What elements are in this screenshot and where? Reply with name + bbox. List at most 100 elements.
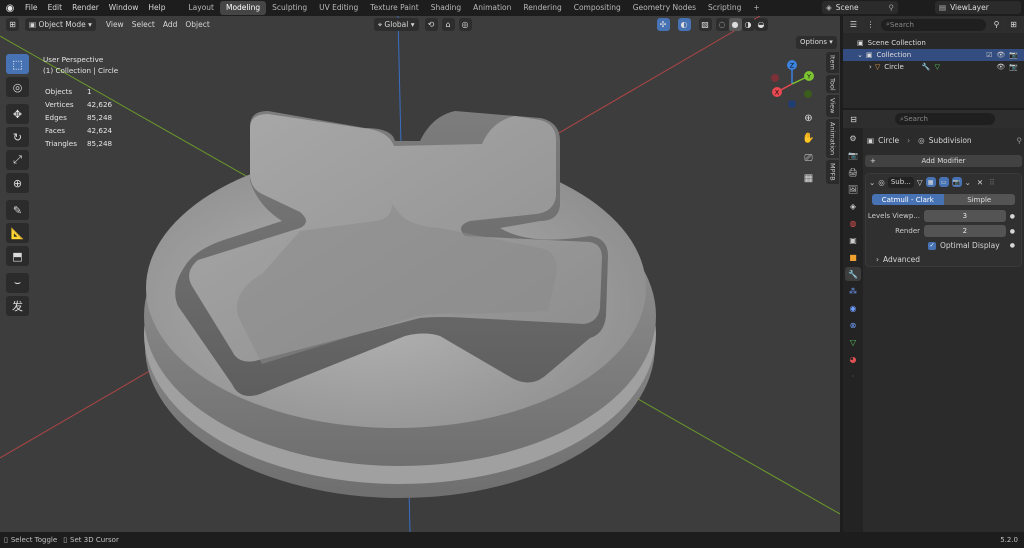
new-collection-icon[interactable]: ⊞	[1007, 18, 1020, 31]
camera-icon[interactable]: 📷	[1009, 51, 1018, 59]
expand-arrow-icon[interactable]: ⌄	[857, 51, 863, 59]
snap-icon[interactable]: ⌂	[441, 18, 455, 31]
tab-shading[interactable]: Shading	[425, 1, 467, 15]
overlays-icon[interactable]: ◐	[677, 18, 691, 31]
transform-tool-icon[interactable]: ⊕	[6, 173, 29, 193]
camera-view-icon[interactable]: ⎚	[800, 150, 817, 167]
tab-compositing[interactable]: Compositing	[568, 1, 627, 15]
wireframe-shading-icon[interactable]: ◌	[715, 18, 729, 31]
curve-tool-icon[interactable]: ⌣	[6, 273, 29, 293]
particles-properties-icon[interactable]: ⁂	[845, 284, 861, 298]
select-box-tool-icon[interactable]: ⬚	[6, 54, 29, 74]
tab-rendering[interactable]: Rendering	[517, 1, 567, 15]
editor-type-icon[interactable]: ⊟	[847, 113, 860, 126]
menu-view[interactable]: View	[102, 18, 128, 31]
optimal-display-checkbox[interactable]: ✓	[928, 241, 936, 250]
tool-settings-icon[interactable]: ⚙	[845, 131, 861, 145]
on-cage-toggle-icon[interactable]: ▦	[925, 177, 936, 187]
world-properties-icon[interactable]: ◍	[845, 216, 861, 230]
3d-viewport[interactable]: ⊞ ▣ Object Mode ▾ View Select Add Object…	[0, 16, 840, 532]
tab-simple[interactable]: Simple	[943, 194, 1015, 205]
menu-edit[interactable]: Edit	[43, 0, 68, 16]
advanced-subpanel[interactable]: › Advanced	[876, 255, 1021, 264]
scene-selector[interactable]: ◈ Scene ⚲	[822, 1, 898, 14]
render-levels-field[interactable]: 2	[924, 225, 1006, 237]
xray-icon[interactable]: ▧	[698, 18, 712, 31]
filter-display-icon[interactable]: ⋮	[864, 18, 877, 31]
cursor-tool-icon[interactable]: ◎	[6, 77, 29, 97]
scale-tool-icon[interactable]: ⤢	[6, 150, 29, 170]
tab-uv-editing[interactable]: UV Editing	[313, 1, 364, 15]
collection-properties-icon[interactable]: ▣	[845, 233, 861, 247]
pin-icon[interactable]: ⚲	[889, 3, 895, 12]
tab-sculpting[interactable]: Sculpting	[266, 1, 313, 15]
add-cube-tool-icon[interactable]: ⬒	[6, 246, 29, 266]
material-shading-icon[interactable]: ◑	[741, 18, 755, 31]
dropdown-icon[interactable]: ⌄	[965, 178, 971, 187]
outliner-row-collection[interactable]: ⌄ ▣ Collection ☑ 👁 📷	[843, 49, 1024, 61]
blender-logo-icon[interactable]: ◉	[3, 1, 17, 15]
menu-file[interactable]: File	[20, 0, 43, 16]
render-properties-icon[interactable]: 📷	[845, 148, 861, 162]
navigation-gizmo[interactable]: Z Y X	[768, 58, 816, 110]
view-layer-selector[interactable]: ▤ ViewLayer	[935, 1, 1021, 14]
keyframe-dot-icon[interactable]: ●	[1010, 213, 1015, 220]
camera-icon[interactable]: 📷	[1009, 63, 1018, 71]
render-toggle-icon[interactable]: 📷	[951, 177, 962, 187]
outliner-search-input[interactable]: ⌕ Search	[881, 18, 986, 31]
pin-icon[interactable]: ⚲	[1017, 136, 1023, 145]
perspective-grid-icon[interactable]: ▦	[800, 170, 817, 187]
menu-window[interactable]: Window	[104, 0, 144, 16]
sidebar-tab-mpfb[interactable]: MPFB	[826, 160, 839, 184]
move-tool-icon[interactable]: ✥	[6, 104, 29, 124]
pivot-icon[interactable]: ⟲	[424, 18, 438, 31]
editor-type-icon[interactable]: ⊞	[6, 18, 19, 31]
rendered-shading-icon[interactable]: ◒	[754, 18, 768, 31]
properties-search-input[interactable]: ⌕ Search	[895, 113, 995, 125]
menu-help[interactable]: Help	[143, 0, 170, 16]
keyframe-dot-icon[interactable]: ●	[1010, 228, 1015, 235]
menu-select[interactable]: Select	[128, 18, 159, 31]
annotate-tool-icon[interactable]: ✎	[6, 200, 29, 220]
menu-object[interactable]: Object	[181, 18, 213, 31]
view-layer-properties-icon[interactable]: 🖼	[845, 182, 861, 196]
keyframe-dot-icon[interactable]: ●	[1010, 242, 1015, 249]
measure-tool-icon[interactable]: 📐	[6, 223, 29, 243]
material-properties-icon[interactable]: ◕	[845, 352, 861, 366]
modifier-name-field[interactable]: Sub...	[887, 176, 914, 188]
output-properties-icon[interactable]: 🖨	[845, 165, 861, 179]
add-workspace-button[interactable]: +	[747, 1, 765, 15]
tab-animation[interactable]: Animation	[467, 1, 517, 15]
sidebar-tab-animation[interactable]: Animation	[826, 118, 839, 159]
menu-render[interactable]: Render	[67, 0, 104, 16]
object-properties-icon[interactable]: ■	[845, 250, 861, 264]
edit-mode-toggle-icon[interactable]: ▽	[917, 178, 923, 187]
modifier-properties-icon[interactable]: 🔧	[845, 267, 861, 281]
scene-properties-icon[interactable]: ◈	[845, 199, 861, 213]
add-modifier-button[interactable]: + Add Modifier	[865, 155, 1022, 167]
collapse-arrow-icon[interactable]: ⌄	[869, 178, 875, 187]
outliner-row-circle[interactable]: › ▽ Circle 🔧 ▽ 👁 📷	[843, 61, 1024, 73]
menu-add[interactable]: Add	[159, 18, 182, 31]
sidebar-tab-item[interactable]: Item	[826, 52, 839, 73]
options-button[interactable]: Options ▾	[796, 36, 837, 49]
tab-scripting[interactable]: Scripting	[702, 1, 747, 15]
viewport-gizmo-toggle-icon[interactable]: ✣	[656, 18, 670, 31]
constraints-properties-icon[interactable]: ⊗	[845, 318, 861, 332]
realtime-toggle-icon[interactable]: ▭	[938, 177, 949, 187]
custom-tool-icon[interactable]: 发	[6, 296, 29, 316]
transform-orientation-selector[interactable]: ⌖ Global ▾	[373, 18, 419, 31]
zoom-icon[interactable]: ⊕	[800, 110, 817, 127]
sidebar-tab-tool[interactable]: Tool	[826, 74, 839, 94]
tab-modeling[interactable]: Modeling	[219, 1, 267, 15]
filter-icon[interactable]: ⚲	[990, 18, 1003, 31]
levels-viewport-field[interactable]: 3	[924, 210, 1006, 222]
eye-icon[interactable]: 👁	[996, 51, 1005, 59]
physics-properties-icon[interactable]: ◉	[845, 301, 861, 315]
tab-geometry-nodes[interactable]: Geometry Nodes	[627, 1, 702, 15]
drag-handle-icon[interactable]: ⠿	[989, 178, 995, 187]
mode-selector[interactable]: ▣ Object Mode ▾	[25, 18, 96, 31]
data-properties-icon[interactable]: ▽	[845, 335, 861, 349]
pan-hand-icon[interactable]: ✋	[800, 130, 817, 147]
rotate-tool-icon[interactable]: ↻	[6, 127, 29, 147]
